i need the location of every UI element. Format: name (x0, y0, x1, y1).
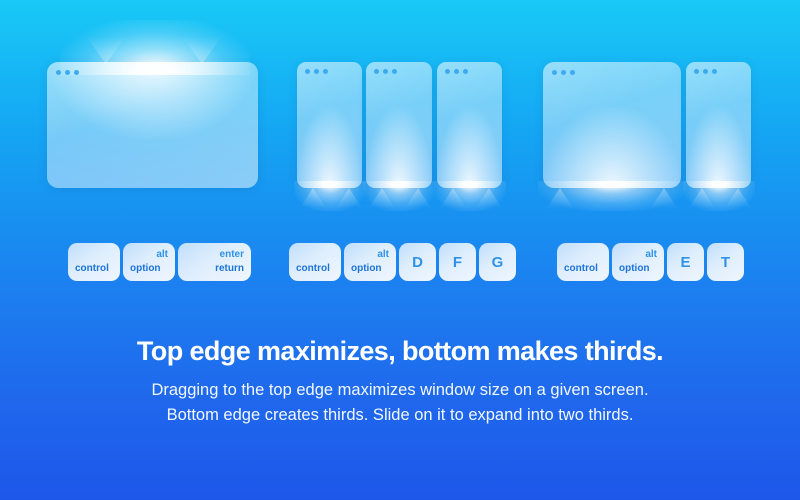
key-label-control: control (564, 263, 598, 274)
key-f[interactable]: F (439, 243, 476, 281)
traffic-light-dot[interactable] (570, 70, 575, 75)
key-label-alt: alt (645, 249, 657, 260)
traffic-light-dot[interactable] (712, 69, 717, 74)
key-label-alt: alt (156, 249, 168, 260)
traffic-light-dot[interactable] (703, 69, 708, 74)
window-group-two-thirds (0, 0, 800, 215)
window-inner-glow (686, 107, 751, 188)
key-label-return: return (215, 263, 244, 274)
headline: Top edge maximizes, bottom makes thirds. (136, 336, 664, 366)
key-control[interactable]: control (68, 243, 120, 281)
key-control[interactable]: control (289, 243, 341, 281)
subtitle-line-1: Dragging to the top edge maximizes windo… (151, 381, 649, 399)
shortcut-row-thirds: control alt option D F G (289, 243, 516, 281)
key-label-control: control (296, 263, 330, 274)
key-t[interactable]: T (707, 243, 744, 281)
key-g[interactable]: G (479, 243, 516, 281)
shortcut-row-maximize: control alt option enter return (68, 243, 251, 281)
key-control[interactable]: control (557, 243, 609, 281)
key-return[interactable]: enter return (178, 243, 251, 281)
key-option[interactable]: alt option (612, 243, 664, 281)
key-label-alt: alt (377, 249, 389, 260)
key-label-option: option (351, 263, 382, 274)
window-traffic-lights[interactable] (552, 70, 575, 75)
key-label-option: option (619, 263, 650, 274)
glow-ray (725, 188, 751, 208)
glow-ray (546, 188, 574, 209)
key-d[interactable]: D (399, 243, 436, 281)
window-traffic-lights[interactable] (694, 69, 717, 74)
shortcut-row-two-thirds: control alt option E T (557, 243, 744, 281)
one-third-window[interactable] (686, 62, 751, 188)
subtitle-line-2: Bottom edge creates thirds. Slide on it … (166, 406, 634, 424)
key-label-option: option (130, 263, 161, 274)
key-label-enter: enter (219, 249, 244, 260)
key-option[interactable]: alt option (344, 243, 396, 281)
traffic-light-dot[interactable] (552, 70, 557, 75)
key-label-control: control (75, 263, 109, 274)
traffic-light-dot[interactable] (561, 70, 566, 75)
traffic-light-dot[interactable] (694, 69, 699, 74)
window-inner-glow (543, 107, 681, 188)
key-option[interactable]: alt option (123, 243, 175, 281)
subtitle: Dragging to the top edge maximizes windo… (0, 378, 800, 428)
glow-ray (650, 188, 678, 209)
key-e[interactable]: E (667, 243, 704, 281)
promo-slide: control alt option enter return control … (0, 0, 800, 500)
two-thirds-window[interactable] (543, 62, 681, 188)
glow-ray (689, 188, 715, 208)
